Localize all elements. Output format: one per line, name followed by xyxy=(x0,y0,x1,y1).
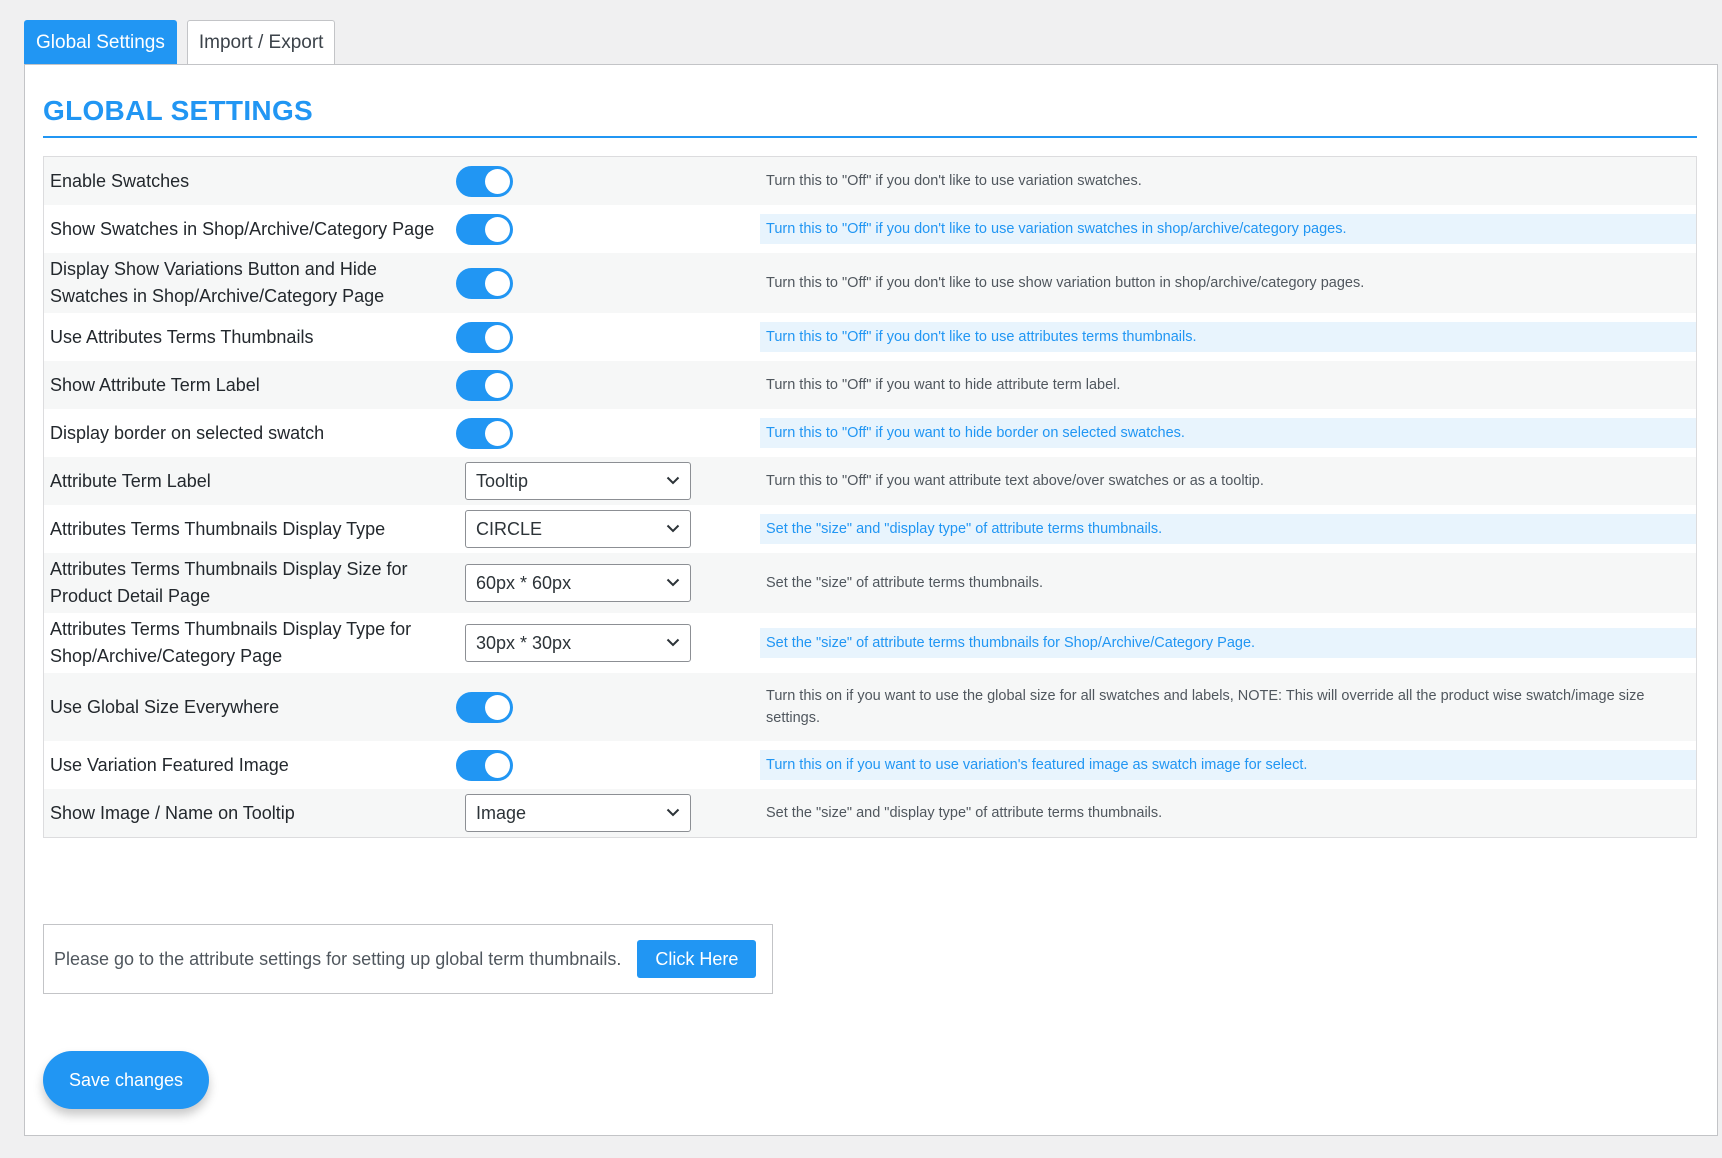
setting-description: Turn this to "Off" if you don't like to … xyxy=(760,214,1696,244)
setting-row: Display border on selected swatch Turn th… xyxy=(44,409,1696,457)
setting-control xyxy=(456,161,760,201)
setting-control: Image xyxy=(456,793,760,833)
setting-description: Turn this to "Off" if you want to hide a… xyxy=(766,377,1121,393)
setting-control: CIRCLE xyxy=(456,509,760,549)
setting-row: Enable Swatches Turn this to "Off" if you… xyxy=(44,157,1696,205)
setting-label: Use Attributes Terms Thumbnails xyxy=(50,326,314,347)
setting-description: Turn this to "Off" if you want to hide b… xyxy=(760,418,1696,448)
toggle-knob xyxy=(485,695,510,720)
setting-description: Turn this to "Off" if you want attribute… xyxy=(766,473,1264,489)
setting-toggle[interactable] xyxy=(456,166,513,197)
toggle-knob xyxy=(485,271,510,296)
settings-tabs: Global Settings Import / Export xyxy=(24,20,336,65)
setting-label: Enable Swatches xyxy=(50,170,190,191)
notice-text: Please go to the attribute settings for … xyxy=(54,948,622,969)
setting-label: Show Image / Name on Tooltip xyxy=(50,802,295,823)
settings-panel: GLOBAL SETTINGS Enable Swatches Turn this… xyxy=(24,64,1718,1136)
setting-description: Turn this to "Off" if you don't like to … xyxy=(760,322,1696,352)
select-value: Image xyxy=(476,802,527,823)
thumbnail-notice: Please go to the attribute settings for … xyxy=(43,924,773,994)
setting-description: Turn this to "Off" if you don't like to … xyxy=(766,173,1142,189)
setting-control xyxy=(456,413,760,453)
tab-import-export[interactable]: Import / Export xyxy=(186,20,336,64)
setting-row: Show Swatches in Shop/Archive/Category P… xyxy=(44,205,1696,253)
settings-table: Enable Swatches Turn this to "Off" if you… xyxy=(43,156,1697,838)
setting-control xyxy=(456,687,760,727)
setting-control: Tooltip xyxy=(456,461,760,501)
setting-toggle[interactable] xyxy=(456,214,513,245)
setting-select[interactable]: 60px * 60px xyxy=(465,564,691,602)
tab-global-settings[interactable]: Global Settings xyxy=(24,20,177,64)
setting-description: Turn this to "Off" if you don't like to … xyxy=(766,275,1365,291)
setting-toggle[interactable] xyxy=(456,418,513,449)
setting-description: Turn this on if you want to use the glob… xyxy=(766,688,1645,726)
chevron-down-icon xyxy=(666,578,680,587)
setting-description: Set the "size" of attribute terms thumbn… xyxy=(766,575,1044,591)
setting-description: Turn this on if you want to use variatio… xyxy=(760,750,1696,780)
setting-control xyxy=(456,317,760,357)
setting-row: Attributes Terms Thumbnails Display Type… xyxy=(44,505,1696,553)
setting-label: Display border on selected swatch xyxy=(50,422,325,443)
setting-control: 30px * 30px xyxy=(456,623,760,663)
setting-control xyxy=(456,263,760,303)
setting-toggle[interactable] xyxy=(456,750,513,781)
chevron-down-icon xyxy=(666,524,680,533)
setting-select[interactable]: Tooltip xyxy=(465,462,691,500)
setting-control: 60px * 60px xyxy=(456,563,760,603)
toggle-knob xyxy=(485,753,510,778)
setting-row: Use Global Size Everywhere Turn this on i… xyxy=(44,673,1696,741)
setting-label: Attributes Terms Thumbnails Display Type xyxy=(50,518,386,539)
setting-row: Attribute Term Label Tooltip Turn this to … xyxy=(44,457,1696,505)
select-value: CIRCLE xyxy=(476,518,543,539)
setting-row: Use Variation Featured Image Turn this on… xyxy=(44,741,1696,789)
select-value: 30px * 30px xyxy=(476,632,572,653)
setting-label: Display Show Variations Button and Hide … xyxy=(50,259,385,306)
setting-control xyxy=(456,745,760,785)
chevron-down-icon xyxy=(666,476,680,485)
chevron-down-icon xyxy=(666,638,680,647)
setting-label: Use Global Size Everywhere xyxy=(50,696,280,717)
setting-description: Set the "size" of attribute terms thumbn… xyxy=(760,628,1696,658)
setting-row: Display Show Variations Button and Hide … xyxy=(44,253,1696,313)
setting-label: Attribute Term Label xyxy=(50,470,211,491)
toggle-knob xyxy=(485,169,510,194)
setting-select[interactable]: CIRCLE xyxy=(465,510,691,548)
setting-row: Attributes Terms Thumbnails Display Type… xyxy=(44,613,1696,673)
select-value: Tooltip xyxy=(476,470,529,491)
setting-row: Use Attributes Terms Thumbnails Turn this… xyxy=(44,313,1696,361)
setting-select[interactable]: Image xyxy=(465,794,691,832)
chevron-down-icon xyxy=(666,808,680,817)
setting-toggle[interactable] xyxy=(456,692,513,723)
setting-row: Show Attribute Term Label Turn this to "O… xyxy=(44,361,1696,409)
setting-toggle[interactable] xyxy=(456,322,513,353)
setting-control xyxy=(456,209,760,249)
toggle-knob xyxy=(485,421,510,446)
setting-row: Show Image / Name on Tooltip Image Set the… xyxy=(44,789,1696,837)
setting-label: Attributes Terms Thumbnails Display Size… xyxy=(50,559,408,606)
setting-toggle[interactable] xyxy=(456,268,513,299)
setting-label: Show Swatches in Shop/Archive/Category P… xyxy=(50,218,435,239)
setting-label: Use Variation Featured Image xyxy=(50,754,289,775)
page-title: GLOBAL SETTINGS xyxy=(43,95,313,126)
click-here-button[interactable]: Click Here xyxy=(637,940,757,978)
setting-label: Attributes Terms Thumbnails Display Type… xyxy=(50,619,412,666)
select-value: 60px * 60px xyxy=(476,572,572,593)
setting-control xyxy=(456,365,760,405)
toggle-knob xyxy=(485,325,510,350)
toggle-knob xyxy=(485,373,510,398)
setting-select[interactable]: 30px * 30px xyxy=(465,624,691,662)
save-changes-button[interactable]: Save changes xyxy=(43,1051,209,1109)
toggle-knob xyxy=(485,217,510,242)
setting-description: Set the "size" and "display type" of att… xyxy=(760,514,1696,544)
setting-description: Set the "size" and "display type" of att… xyxy=(766,805,1163,821)
setting-row: Attributes Terms Thumbnails Display Size… xyxy=(44,553,1696,613)
title-divider xyxy=(43,136,1697,138)
setting-toggle[interactable] xyxy=(456,370,513,401)
setting-label: Show Attribute Term Label xyxy=(50,374,260,395)
